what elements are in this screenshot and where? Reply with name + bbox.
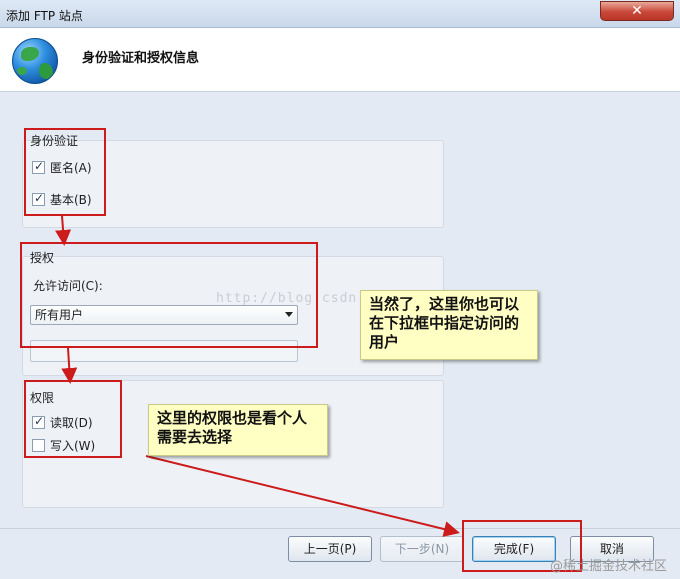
arrow-to-finish [145, 455, 460, 537]
annotation-arrows [55, 215, 460, 537]
annotation-note-permissions: 这里的权限也是看个人需要去选择 [148, 404, 328, 456]
watermark: @稀土掘金技术社区 [550, 559, 668, 574]
arrow-auth-to-authorization [55, 215, 72, 246]
annotation-note-dropdown: 当然了，这里你也可以在下拉框中指定访问的用户 [360, 290, 538, 360]
arrow-authorization-to-permissions [61, 347, 78, 384]
